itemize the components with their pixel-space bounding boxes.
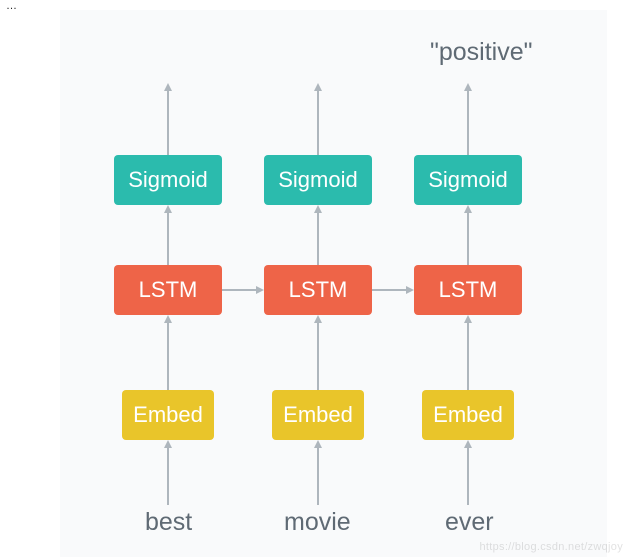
sigmoid-block-2: Sigmoid — [264, 155, 372, 205]
embed-block-2: Embed — [272, 390, 364, 440]
lstm-block-1: LSTM — [114, 265, 222, 315]
watermark-text: https://blog.csdn.net/zwqjoy — [479, 541, 623, 553]
embed-block-1: Embed — [122, 390, 214, 440]
cropped-text-fragment: … — [6, 0, 17, 12]
input-word-3: ever — [445, 508, 494, 537]
sigmoid-block-1: Sigmoid — [114, 155, 222, 205]
input-word-2: movie — [284, 508, 351, 537]
embed-block-3: Embed — [422, 390, 514, 440]
input-word-1: best — [145, 508, 192, 537]
diagram-canvas: "positive" Sigmoid Sigmoid Sigmoid LSTM — [60, 10, 607, 557]
sigmoid-block-3: Sigmoid — [414, 155, 522, 205]
lstm-block-2: LSTM — [264, 265, 372, 315]
lstm-block-3: LSTM — [414, 265, 522, 315]
output-label: "positive" — [430, 38, 533, 67]
